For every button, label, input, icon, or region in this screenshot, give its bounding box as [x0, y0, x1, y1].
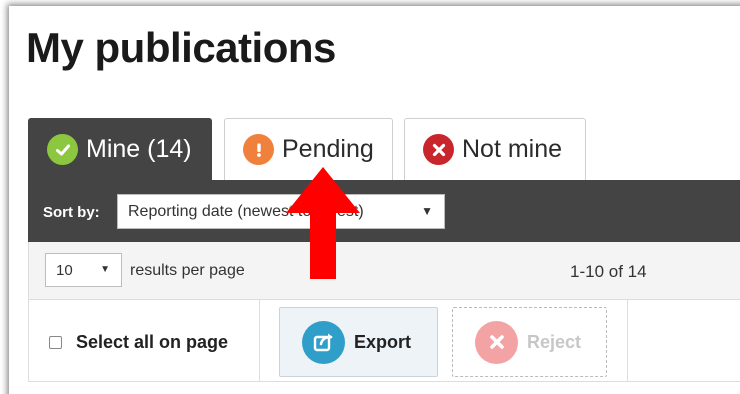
tab-mine[interactable]: Mine (14) — [28, 118, 212, 180]
reject-button[interactable]: Reject — [452, 307, 607, 377]
divider — [259, 300, 260, 382]
results-per-page-select[interactable]: 10 ▼ — [45, 253, 122, 287]
per-page-label: results per page — [130, 262, 245, 279]
page-title: My publications — [26, 24, 336, 71]
tab-not-mine-label: Not mine — [462, 135, 563, 163]
export-button[interactable]: Export — [279, 307, 438, 377]
select-all-label: Select all on page — [76, 332, 229, 352]
caret-down-icon: ▼ — [100, 264, 110, 275]
sort-label: Sort by: — [43, 204, 100, 221]
tab-mine-label: Mine (14) — [86, 135, 192, 163]
divider — [28, 381, 740, 382]
pagination-bar: 10 ▼ results per page 1-10 of 14 — [28, 242, 740, 299]
export-icon — [302, 320, 345, 364]
tab-not-mine[interactable]: Not mine — [404, 118, 586, 180]
results-range: 1-10 of 14 — [570, 262, 647, 281]
tab-pending-label: Pending — [282, 135, 374, 163]
per-page-value: 10 — [56, 262, 73, 279]
red-arrow-annotation — [286, 167, 360, 279]
x-circle-icon — [423, 134, 454, 165]
sort-select[interactable]: Reporting date (newest to oldest) ▼ — [117, 194, 445, 229]
x-circle-icon — [475, 320, 518, 364]
export-label: Export — [354, 331, 412, 352]
bulk-actions-bar: Select all on page Export Reject — [28, 299, 740, 382]
caret-down-icon: ▼ — [421, 204, 433, 218]
select-all-checkbox[interactable] — [49, 336, 62, 349]
check-circle-icon — [47, 134, 78, 165]
select-all-control[interactable]: Select all on page — [49, 332, 228, 353]
sort-toolbar: Sort by: Reporting date (newest to oldes… — [28, 180, 740, 242]
reject-label: Reject — [527, 331, 582, 352]
exclamation-circle-icon — [243, 134, 274, 165]
divider — [627, 300, 628, 382]
